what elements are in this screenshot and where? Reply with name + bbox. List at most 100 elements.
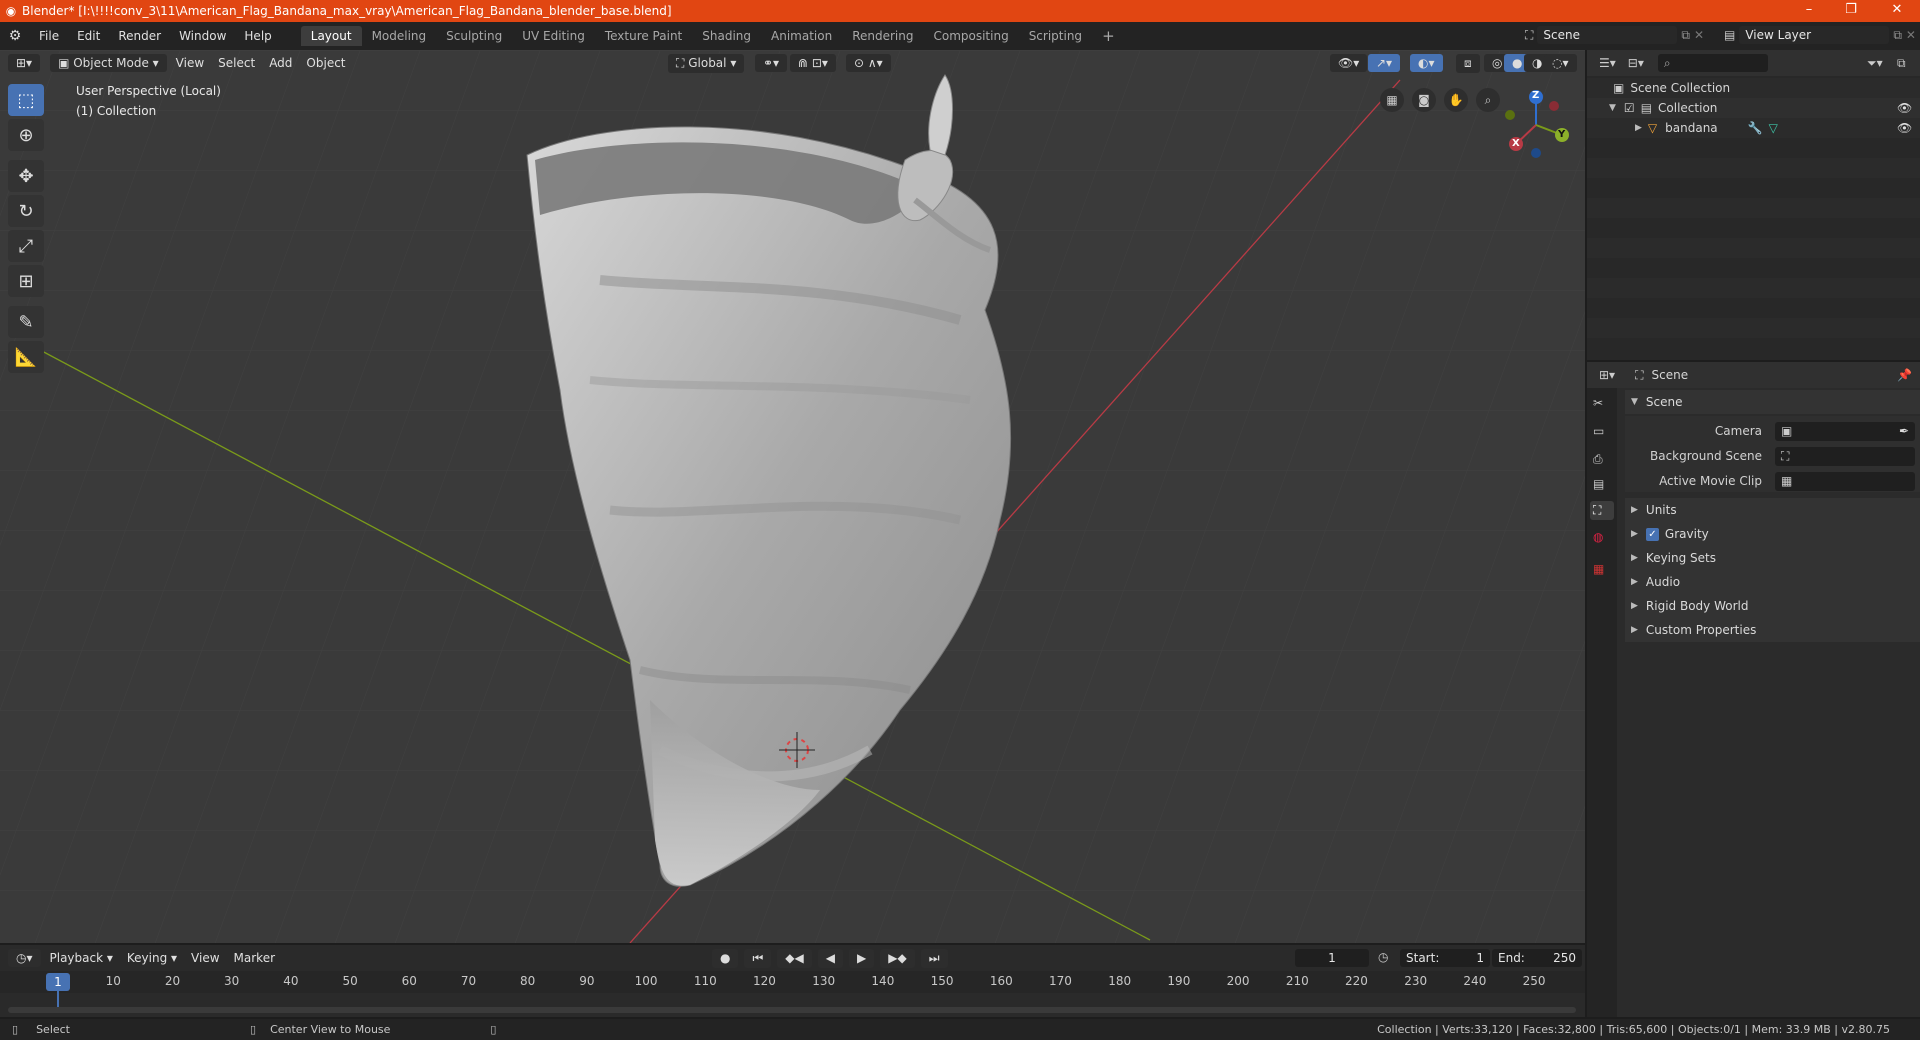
collection-checkbox[interactable]: ☑ xyxy=(1624,101,1635,115)
timeline-menu-keying[interactable]: Keying ▾ xyxy=(120,951,184,965)
subpanel-audio[interactable]: ▶ Audio xyxy=(1625,570,1920,594)
pan-hand-icon[interactable]: ✋ xyxy=(1444,88,1468,112)
use-preview-range-icon[interactable]: ◷ xyxy=(1378,950,1388,964)
view-layer-tab-icon[interactable]: ▤ xyxy=(1593,477,1611,491)
viewport-menu-object[interactable]: Object xyxy=(299,56,352,70)
zoom-icon[interactable]: ⌕ xyxy=(1476,88,1500,112)
pin-icon[interactable]: 📌 xyxy=(1897,368,1912,382)
tab-compositing[interactable]: Compositing xyxy=(923,26,1018,46)
modifier-wrench-icon[interactable]: 🔧 xyxy=(1748,121,1763,135)
transform-orientation-dropdown[interactable]: ⛶ Global ▾ xyxy=(668,54,745,73)
scene-tab-icon[interactable]: ⛶ xyxy=(1590,501,1614,520)
start-frame-field[interactable]: Start: 1 xyxy=(1400,949,1490,967)
texture-tab-icon[interactable]: ▦ xyxy=(1593,562,1611,576)
world-tab-icon[interactable]: ◍ xyxy=(1593,530,1611,544)
outliner-search-input[interactable]: ⌕ xyxy=(1657,54,1768,72)
render-tab-icon[interactable]: ▭ xyxy=(1593,424,1611,438)
blender-menu-icon[interactable]: ⚙ xyxy=(0,28,30,44)
tab-animation[interactable]: Animation xyxy=(761,26,842,46)
current-frame-field[interactable]: 1 xyxy=(1295,949,1369,967)
overlays-toggle-icon[interactable]: ◐▾ xyxy=(1410,54,1443,72)
gizmo-x-label[interactable]: X xyxy=(1512,138,1520,149)
rotate-tool[interactable]: ↻ xyxy=(8,195,44,227)
close-button[interactable]: ✕ xyxy=(1874,0,1920,22)
select-box-tool[interactable]: ⬚ xyxy=(8,84,44,116)
editor-type-icon[interactable]: ⊞▾ xyxy=(8,54,41,72)
timeline-menu-playback[interactable]: Playback ▾ xyxy=(43,951,120,965)
shading-rendered-icon[interactable]: ◌▾ xyxy=(1544,54,1577,72)
jump-prev-keyframe-icon[interactable]: ◆◀ xyxy=(777,949,812,968)
expand-arrow-icon[interactable]: ▶ xyxy=(1635,123,1642,133)
expand-arrow-icon[interactable]: ▼ xyxy=(1609,103,1616,113)
move-tool[interactable]: ✥ xyxy=(8,160,44,192)
properties-editor-type-icon[interactable]: ⊞▾ xyxy=(1599,368,1615,382)
outliner-row-bandana[interactable]: ▶ ▽ bandana 🔧 ▽ 👁 xyxy=(1587,118,1920,138)
transform-tool[interactable]: ⊞ xyxy=(8,265,44,297)
tab-sculpting[interactable]: Sculpting xyxy=(436,26,512,46)
visibility-icon[interactable]: 👁▾ xyxy=(1330,54,1368,72)
output-tab-icon[interactable]: ⎙ xyxy=(1593,452,1611,467)
minimize-button[interactable]: – xyxy=(1786,0,1832,22)
play-reverse-icon[interactable]: ◀ xyxy=(817,949,843,968)
menu-window[interactable]: Window xyxy=(170,29,235,43)
scene-selector[interactable]: Scene xyxy=(1537,26,1678,44)
jump-next-keyframe-icon[interactable]: ▶◆ xyxy=(880,949,915,968)
tab-uv-editing[interactable]: UV Editing xyxy=(512,26,595,46)
timeline-menu-view[interactable]: View xyxy=(184,951,226,965)
timeline-ruler[interactable]: 10 20 30 40 50 60 70 80 90 100 110 120 130 140 150 160 1… xyxy=(0,971,1585,993)
viewport-menu-view[interactable]: View xyxy=(169,56,211,70)
3d-viewport[interactable]: Z X Y User Perspective (Local) (1) Colle… xyxy=(0,50,1585,943)
jump-start-icon[interactable]: ⏮ xyxy=(744,949,772,968)
record-button-icon[interactable]: ● xyxy=(712,949,739,968)
tab-layout[interactable]: Layout xyxy=(300,26,362,46)
menu-help[interactable]: Help xyxy=(235,29,280,43)
pivot-point-icon[interactable]: ⚭▾ xyxy=(755,54,788,72)
delete-view-layer-icon[interactable]: ✕ xyxy=(1906,28,1916,42)
gizmo-toggle-icon[interactable]: ↗▾ xyxy=(1368,54,1401,72)
camera-view-icon[interactable]: ◙ xyxy=(1412,88,1436,112)
mesh-data-icon[interactable]: ▽ xyxy=(1769,121,1778,135)
cursor-tool[interactable]: ⊕ xyxy=(8,119,44,151)
tab-modeling[interactable]: Modeling xyxy=(362,26,437,46)
outliner-row-collection[interactable]: ▼ ☑ ▤ Collection 👁 xyxy=(1587,98,1920,118)
bandana-visibility-eye-icon[interactable]: 👁 xyxy=(1897,121,1912,135)
tab-scripting[interactable]: Scripting xyxy=(1019,26,1092,46)
tool-settings-tab-icon[interactable]: ✂ xyxy=(1593,396,1611,410)
playhead-frame-indicator[interactable]: 1 xyxy=(46,973,70,991)
camera-field[interactable]: ▣ ✒ xyxy=(1775,422,1915,441)
snap-magnet-icon[interactable]: ⋒ ⊡▾ xyxy=(790,54,836,72)
active-movie-clip-field[interactable]: ▦ xyxy=(1775,472,1915,491)
subpanel-custom-properties[interactable]: ▶ Custom Properties xyxy=(1625,618,1920,642)
tab-texture-paint[interactable]: Texture Paint xyxy=(595,26,692,46)
collection-visibility-eye-icon[interactable]: 👁 xyxy=(1897,101,1912,115)
menu-file[interactable]: File xyxy=(30,29,68,43)
subpanel-rigid-body-world[interactable]: ▶ Rigid Body World xyxy=(1625,594,1920,618)
toggle-ortho-icon[interactable]: ▦ xyxy=(1380,88,1404,112)
filter-icon[interactable]: ⏷▾ xyxy=(1867,56,1883,71)
gizmo-y-label[interactable]: Y xyxy=(1558,129,1565,140)
new-collection-icon[interactable]: ⧉ xyxy=(1897,56,1906,71)
gizmo-z-label[interactable]: Z xyxy=(1532,90,1539,101)
maximize-button[interactable]: ❐ xyxy=(1828,0,1874,22)
measure-tool[interactable]: 📐 xyxy=(8,341,44,373)
tab-rendering[interactable]: Rendering xyxy=(842,26,923,46)
gravity-checkbox[interactable]: ✓ xyxy=(1645,527,1659,541)
xray-toggle-icon[interactable]: ⧈ xyxy=(1456,54,1480,73)
add-workspace-button[interactable]: + xyxy=(1092,24,1125,48)
scale-tool[interactable]: ⤢ xyxy=(8,230,44,262)
timeline-menu-marker[interactable]: Marker xyxy=(227,951,282,965)
subpanel-units[interactable]: ▶ Units xyxy=(1625,498,1920,522)
viewport-menu-select[interactable]: Select xyxy=(211,56,262,70)
outliner-row-scene-collection[interactable]: ▣ Scene Collection xyxy=(1587,78,1920,98)
outliner-editor-type-icon[interactable]: ☰▾ xyxy=(1599,56,1616,70)
new-view-layer-icon[interactable]: ⧉ xyxy=(1893,28,1902,43)
subpanel-keying-sets[interactable]: ▶ Keying Sets xyxy=(1625,546,1920,570)
background-scene-field[interactable]: ⛶ xyxy=(1775,447,1915,466)
menu-edit[interactable]: Edit xyxy=(68,29,109,43)
view-layer-selector[interactable]: View Layer xyxy=(1739,26,1890,44)
timeline-scrollbar[interactable] xyxy=(8,1007,1576,1013)
timeline-editor-type-icon[interactable]: ◷▾ xyxy=(8,949,41,967)
end-frame-field[interactable]: End: 250 xyxy=(1492,949,1582,967)
subpanel-gravity[interactable]: ▶ ✓ Gravity xyxy=(1625,522,1920,546)
tab-shading[interactable]: Shading xyxy=(692,26,761,46)
